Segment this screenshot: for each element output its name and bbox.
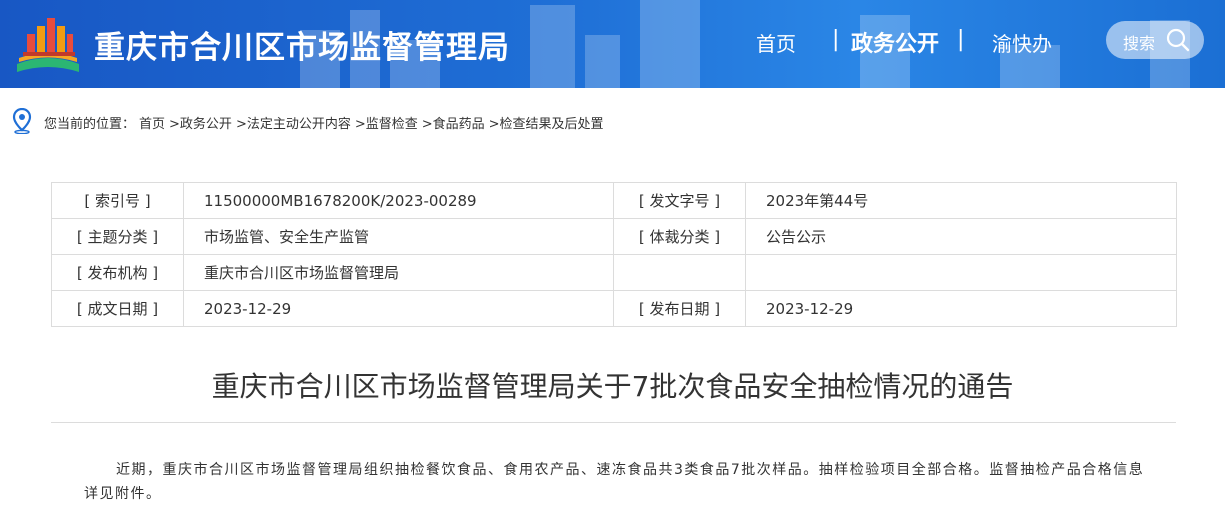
breadcrumb-prefix: 您当前的位置：: [44, 117, 136, 132]
site-header: 重庆市合川区市场监督管理局 首页 | 政务公开 | 渝快办 搜索: [0, 0, 1225, 88]
meta-value-topic: 市场监管、安全生产监管: [183, 218, 614, 255]
nav-home-link[interactable]: 首页: [756, 28, 796, 57]
meta-key-org: [ 发布机构 ]: [51, 254, 184, 291]
nav-separator: |: [957, 27, 965, 52]
table-row: [ 成文日期 ] 2023-12-29 [ 发布日期 ] 2023-12-29: [51, 290, 1177, 327]
breadcrumb-item-food-drug[interactable]: >食品药品: [422, 117, 485, 132]
search-button[interactable]: 搜索: [1106, 21, 1204, 59]
meta-empty-cell: [613, 254, 746, 291]
meta-value-docno: 2023年第44号: [745, 182, 1177, 219]
breadcrumb-item-results[interactable]: >检查结果及后处置: [489, 117, 604, 132]
breadcrumb-item-gov-affairs[interactable]: >政务公开: [169, 117, 232, 132]
meta-value-genre: 公告公示: [745, 218, 1177, 255]
nav-separator: |: [832, 27, 840, 52]
meta-key-made-date: [ 成文日期 ]: [51, 290, 184, 327]
document-meta-table: [ 索引号 ] 11500000MB1678200K/2023-00289 [ …: [51, 182, 1177, 327]
meta-value-org: 重庆市合川区市场监督管理局: [183, 254, 614, 291]
title-divider: [51, 422, 1176, 423]
meta-key-docno: [ 发文字号 ]: [613, 182, 746, 219]
breadcrumb-text: 您当前的位置： 首页 >政务公开 >法定主动公开内容 >监督检查 >食品药品 >检查结果及后…: [44, 113, 608, 132]
breadcrumb-item-supervision[interactable]: >监督检查: [355, 117, 418, 132]
article-title: 重庆市合川区市场监督管理局关于7批次食品安全抽检情况的通告: [211, 370, 1014, 403]
meta-key-index: [ 索引号 ]: [51, 182, 184, 219]
meta-key-genre: [ 体裁分类 ]: [613, 218, 746, 255]
site-logo[interactable]: [13, 12, 83, 74]
breadcrumb-item-statutory[interactable]: >法定主动公开内容: [236, 117, 351, 132]
search-icon: [1166, 28, 1190, 52]
nav-yukuaiban-link[interactable]: 渝快办: [992, 28, 1052, 57]
meta-value-made-date: 2023-12-29: [183, 290, 614, 327]
breadcrumb-item-home[interactable]: 首页: [139, 117, 165, 132]
table-row: [ 索引号 ] 11500000MB1678200K/2023-00289 [ …: [51, 182, 1177, 219]
meta-key-topic: [ 主题分类 ]: [51, 218, 184, 255]
table-row: [ 主题分类 ] 市场监管、安全生产监管 [ 体裁分类 ] 公告公示: [51, 218, 1177, 255]
meta-key-pub-date: [ 发布日期 ]: [613, 290, 746, 327]
meta-value-index: 11500000MB1678200K/2023-00289: [183, 182, 614, 219]
article-body: 近期，重庆市合川区市场监督管理局组织抽检餐饮食品、食用农产品、速冻食品共3类食品…: [84, 462, 1145, 502]
nav-gov-affairs-link[interactable]: 政务公开: [851, 26, 939, 58]
location-pin-icon: [12, 108, 32, 134]
breadcrumb: 您当前的位置： 首页 >政务公开 >法定主动公开内容 >监督检查 >食品药品 >检查结果及后…: [12, 108, 912, 134]
site-title[interactable]: 重庆市合川区市场监督管理局: [94, 22, 510, 67]
meta-empty-cell: [745, 254, 1177, 291]
search-label: 搜索: [1123, 34, 1156, 53]
table-row: [ 发布机构 ] 重庆市合川区市场监督管理局: [51, 254, 1177, 291]
meta-value-pub-date: 2023-12-29: [745, 290, 1177, 327]
